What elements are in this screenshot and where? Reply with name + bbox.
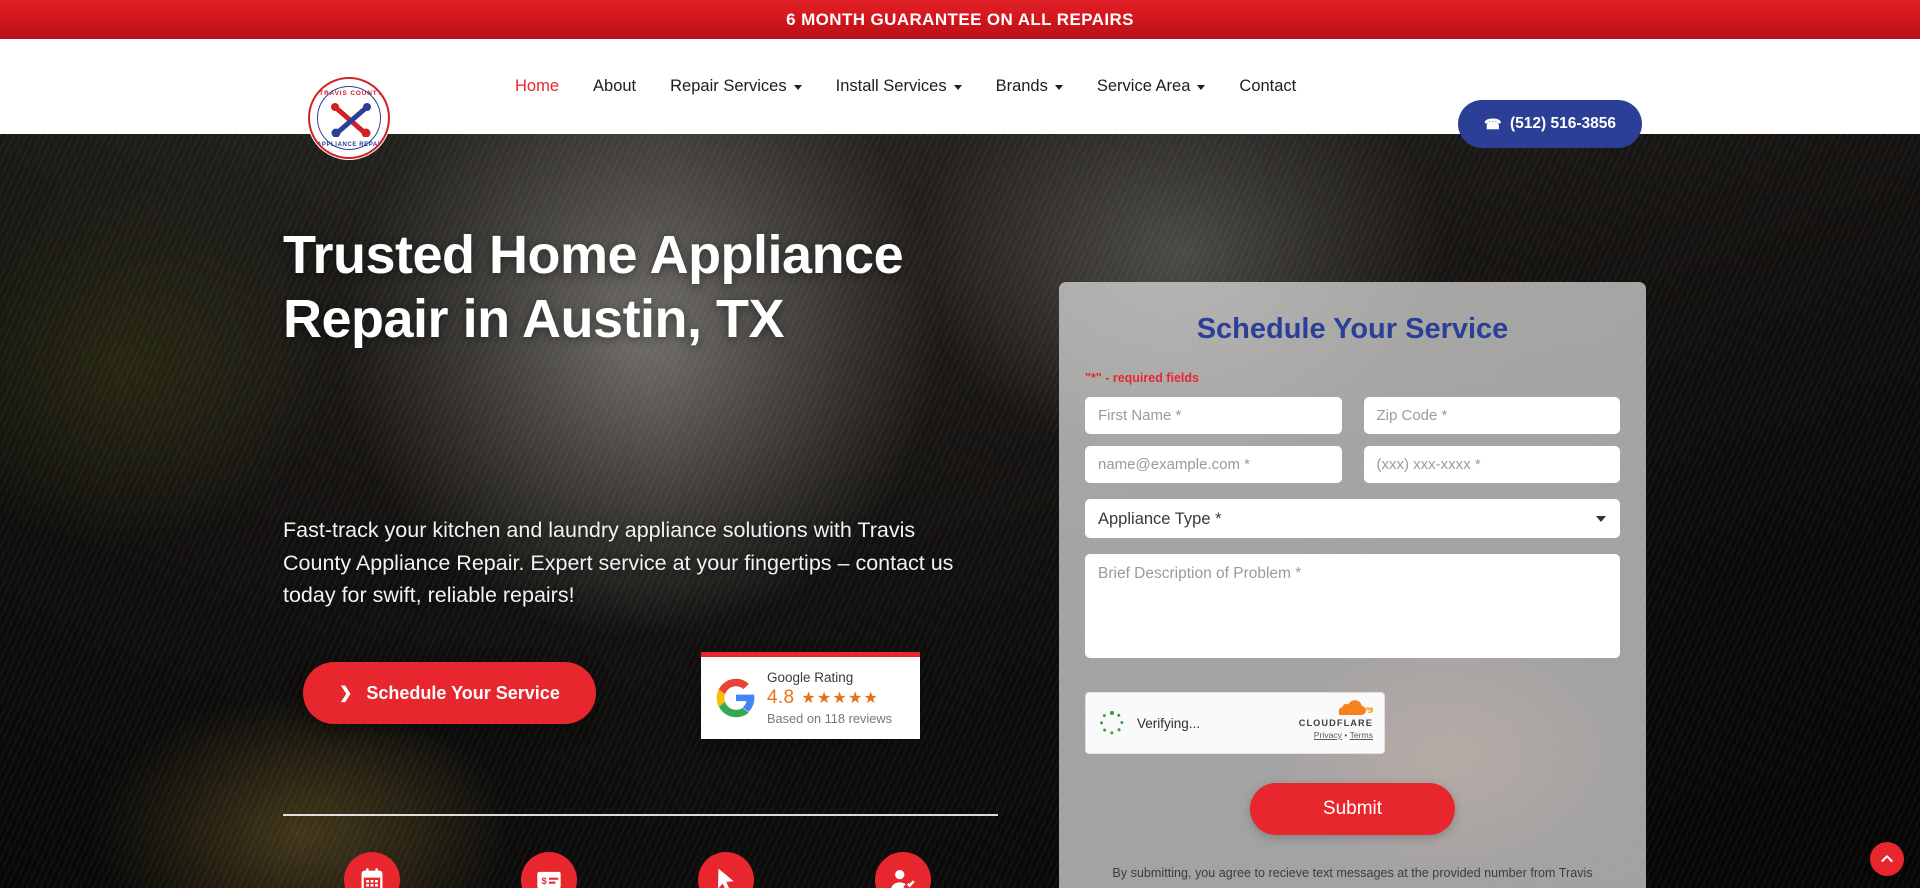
required-fields-note: "*" - required fields (1085, 371, 1199, 385)
nav-label: Contact (1239, 77, 1297, 95)
phone-input[interactable] (1363, 446, 1620, 483)
schedule-service-button[interactable]: ❯ Schedule Your Service (303, 662, 596, 724)
chevron-down-icon (1054, 85, 1063, 90)
page-title: Trusted Home Appliance Repair in Austin,… (283, 225, 904, 349)
nav-item-home[interactable]: Home (498, 39, 576, 134)
feature-item-schedule: Service on your schedule (283, 852, 460, 888)
cloudflare-branding: CLOUDFLARE Privacy • Terms (1298, 700, 1374, 740)
feature-list: Service on your schedule $ Transparent P… (283, 852, 1023, 888)
submit-button[interactable]: Submit (1250, 783, 1455, 835)
nav-item-about[interactable]: About (576, 39, 653, 134)
announcement-bar: 6 MONTH GUARANTEE ON ALL REPAIRS (0, 0, 1920, 39)
header-phone-button[interactable]: ☎ (512) 516-3856 (1457, 100, 1642, 148)
link-separator: • (1344, 730, 1348, 740)
turnstile-status-text: Verifying... (1137, 715, 1201, 731)
announcement-text: 6 MONTH GUARANTEE ON ALL REPAIRS (786, 9, 1134, 29)
appliance-type-select[interactable]: Appliance Type * (1085, 499, 1620, 538)
privacy-link[interactable]: Privacy (1314, 730, 1342, 740)
phone-icon: ☎ (1483, 115, 1501, 132)
nav-label: Brands (995, 77, 1048, 95)
feature-item-technicians: Skilled Technicians (814, 852, 991, 888)
turnstile-links: Privacy • Terms (1299, 730, 1373, 740)
nav-item-brands[interactable]: Brands (979, 39, 1080, 134)
chevron-down-icon (953, 85, 962, 90)
nav-item-repair-services[interactable]: Repair Services (653, 39, 818, 134)
submit-button-wrapper: Submit (1085, 783, 1620, 835)
logo-top-text: TRAVIS COUNTY (319, 90, 383, 97)
nav-label: Service Area (1096, 77, 1191, 95)
nav-label: About (593, 77, 637, 95)
invoice-dollar-icon: $ (520, 852, 577, 888)
cloudflare-cloud-icon (1327, 700, 1374, 717)
sms-disclaimer: By submitting, you agree to recieve text… (1085, 861, 1620, 888)
nav-label: Repair Services (670, 77, 787, 95)
site-logo[interactable]: TRAVIS COUNTY APPLIANCE REPAIR (308, 77, 390, 159)
chevron-down-icon (793, 85, 802, 90)
cursor-pointer-icon (697, 852, 754, 888)
nav-item-service-area[interactable]: Service Area (1080, 39, 1223, 134)
hero-divider (283, 814, 998, 816)
chevron-down-icon (1197, 85, 1206, 90)
main-navigation: Home About Repair Services Install Servi… (498, 39, 1313, 134)
logo-bottom-text: APPLIANCE REPAIR (316, 142, 386, 148)
google-rating-score: 4.8 (767, 687, 795, 708)
svg-text:$: $ (541, 876, 547, 886)
feature-item-online-booking: Online Booking (637, 852, 814, 888)
email-input[interactable] (1085, 446, 1342, 483)
terms-link[interactable]: Terms (1350, 730, 1373, 740)
nav-label: Install Services (835, 77, 947, 95)
feature-item-pricing: $ Transparent Pricing (460, 852, 637, 888)
problem-description-textarea[interactable] (1085, 554, 1620, 658)
form-row-email-phone (1085, 446, 1620, 483)
calendar-icon (343, 852, 400, 888)
google-g-icon (715, 677, 757, 719)
appliance-type-select-wrapper: Appliance Type * (1085, 499, 1620, 538)
nav-label: Home (515, 77, 560, 95)
form-title: Schedule Your Service (1196, 313, 1509, 345)
crossed-wrenches-icon (331, 103, 371, 137)
hero-section: Trusted Home Appliance Repair in Austin,… (0, 134, 1920, 888)
scroll-to-top-button[interactable] (1870, 842, 1904, 876)
first-name-input[interactable] (1085, 397, 1342, 434)
hero-subtitle: Fast-track your kitchen and laundry appl… (283, 518, 954, 608)
google-rating-title: Google Rating (767, 670, 854, 685)
schedule-service-form: Schedule Your Service "*" - required fie… (1059, 282, 1646, 888)
star-rating-icon: ★★★★★ (801, 690, 880, 707)
google-rating-card[interactable]: Google Rating 4.8 ★★★★★ Based on 118 rev… (701, 652, 920, 739)
chevron-right-icon: ❯ (339, 685, 353, 702)
disclaimer-text: By submitting, you agree to recieve text… (1112, 866, 1593, 880)
phone-label: (512) 516-3856 (1510, 115, 1616, 132)
nav-item-install-services[interactable]: Install Services (819, 39, 979, 134)
google-reviews-count: Based on 118 reviews (767, 711, 892, 726)
user-check-icon (874, 852, 931, 888)
loading-spinner-icon (1100, 711, 1124, 735)
logo-badge: TRAVIS COUNTY APPLIANCE REPAIR (308, 77, 390, 159)
form-row-name-zip (1085, 397, 1620, 434)
nav-item-contact[interactable]: Contact (1222, 39, 1313, 134)
cloudflare-turnstile-widget[interactable]: Verifying... CLOUDFLARE Privacy • Terms (1085, 692, 1385, 754)
cloudflare-wordmark: CLOUDFLARE (1298, 718, 1373, 728)
zip-code-input[interactable] (1363, 397, 1620, 434)
site-header: TRAVIS COUNTY APPLIANCE REPAIR Home Abou… (0, 39, 1920, 159)
chevron-up-icon (1881, 855, 1893, 862)
page-root: 6 MONTH GUARANTEE ON ALL REPAIRS TRAVIS … (0, 0, 1920, 888)
cta-label: Schedule Your Service (366, 682, 560, 703)
